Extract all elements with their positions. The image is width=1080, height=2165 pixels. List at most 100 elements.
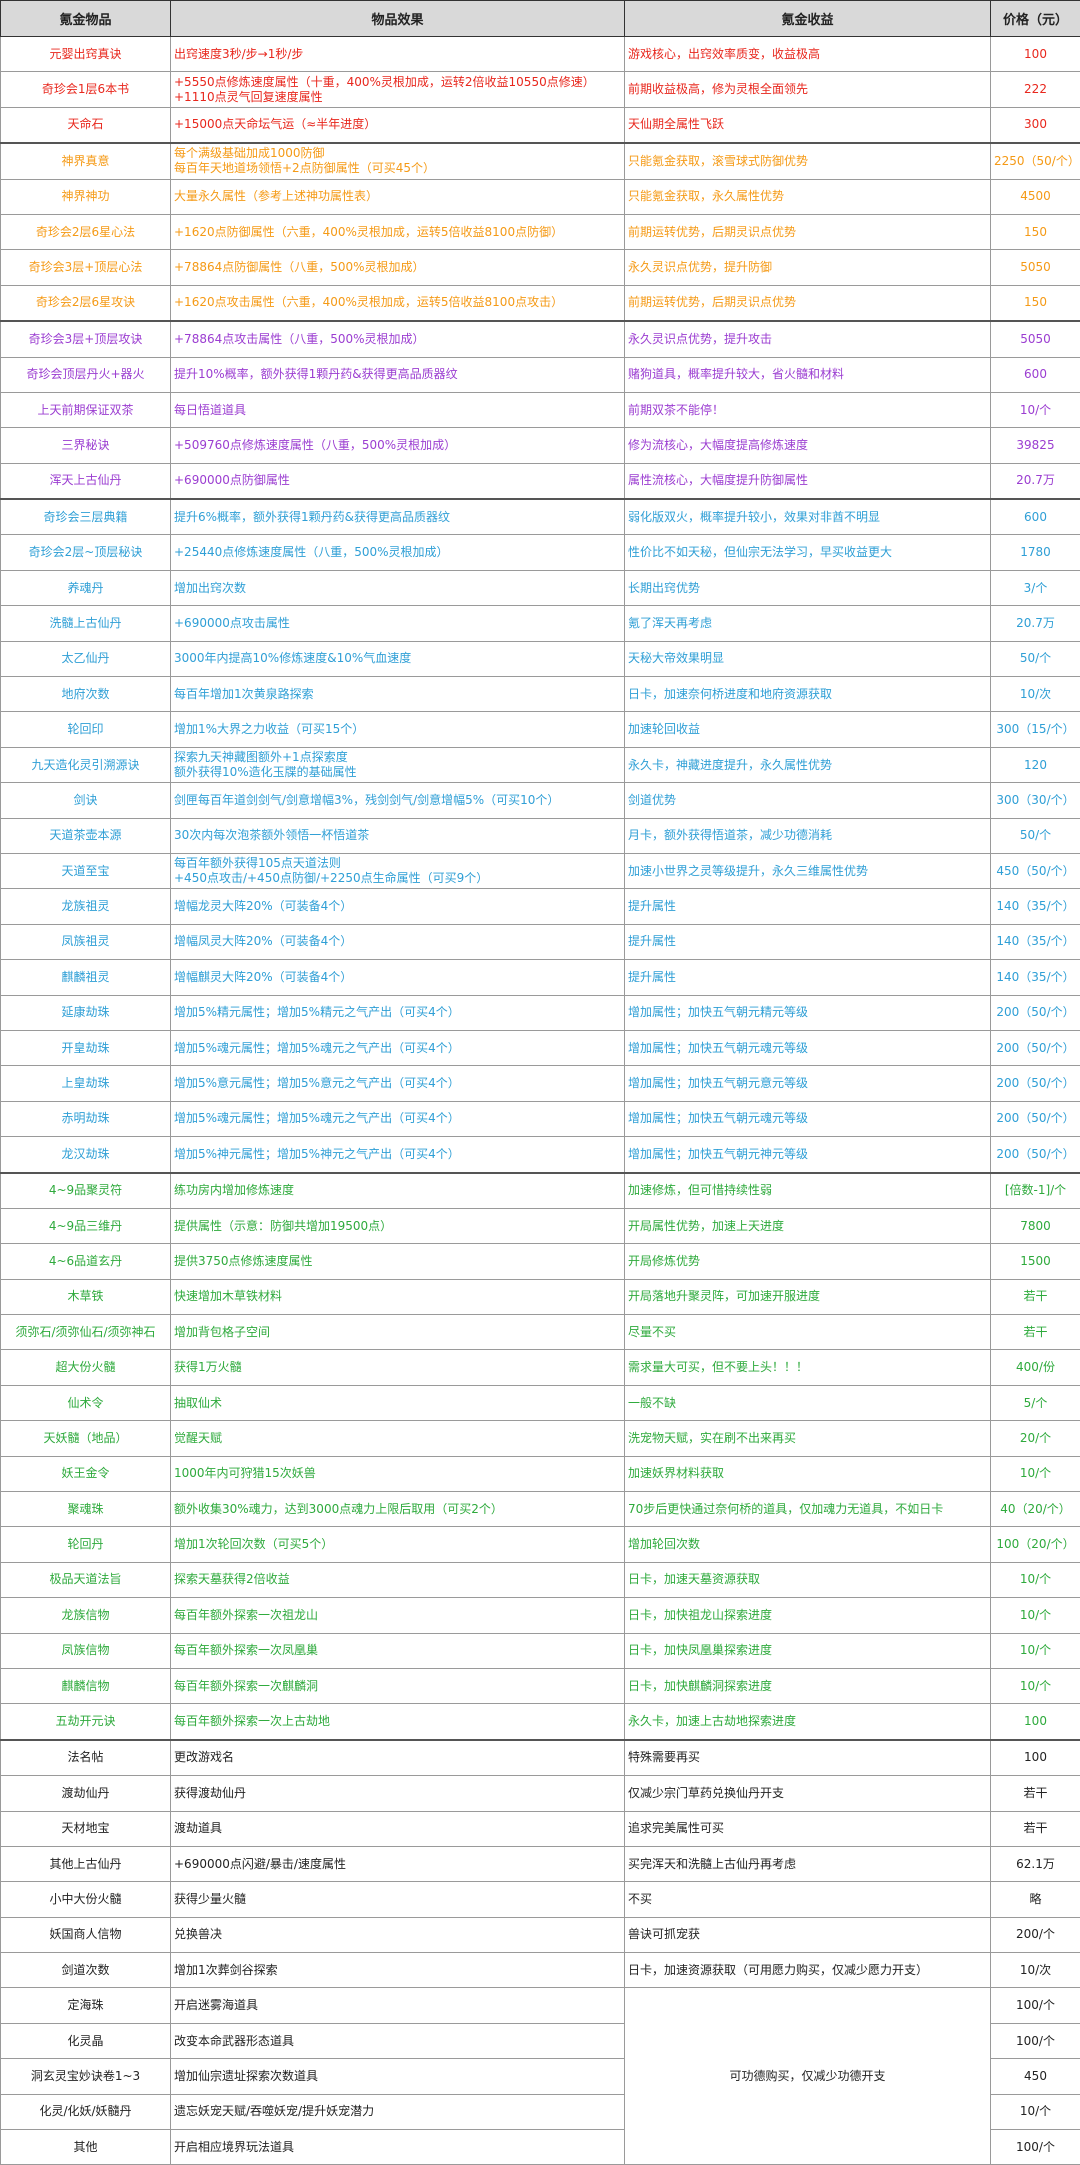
effect-line: 提升6%概率，额外获得1颗丹药&获得更高品质器纹 (174, 510, 621, 525)
table-row: 聚魂珠额外收集30%魂力，达到3000点魂力上限后取用（可买2个）70步后更快通… (1, 1492, 1080, 1527)
effect-line: 探索九天神藏图额外+1点探索度 (174, 750, 621, 765)
item-price: 300（30/个） (991, 783, 1080, 818)
item-effect: +1620点防御属性（六重，400%灵根加成，运转5倍收益8100点防御） (171, 214, 625, 249)
item-effect: 遗忘妖宠天赋/吞噬妖宠/提升妖宠潜力 (171, 2094, 625, 2129)
item-gain: 提升属性 (625, 924, 991, 959)
effect-line: 每百年额外探索一次上古劫地 (174, 1714, 621, 1729)
effect-line: 30次内每次泡茶额外领悟一杯悟道茶 (174, 828, 621, 843)
item-name: 4~6品道玄丹 (1, 1244, 171, 1279)
item-name: 其他 (1, 2130, 171, 2165)
table-row: 超大份火髓获得1万火髓需求量大可买，但不要上头！！！400/份 (1, 1350, 1080, 1385)
item-price: 100/个 (991, 1988, 1080, 2023)
table-row: 龙汉劫珠增加5%神元属性；增加5%神元之气产出（可买4个）增加属性；加快五气朝元… (1, 1137, 1080, 1173)
item-name: 剑道次数 (1, 1953, 171, 1988)
effect-line: 探索天墓获得2倍收益 (174, 1572, 621, 1587)
item-name: 神界神功 (1, 179, 171, 214)
effect-line: 开启迷雾海道具 (174, 1998, 621, 2013)
item-name: 养魂丹 (1, 570, 171, 605)
item-gain: 仅减少宗门草药兑换仙丹开支 (625, 1776, 991, 1811)
item-price: 100（20/个） (991, 1527, 1080, 1562)
item-effect: 提供3750点修炼速度属性 (171, 1244, 625, 1279)
table-row: 三界秘诀+509760点修炼速度属性（八重，500%灵根加成）修为流核心，大幅度… (1, 428, 1080, 463)
table-row: 木草铁快速增加木草铁材料开局落地升聚灵阵，可加速开服进度若干 (1, 1279, 1080, 1314)
table-row: 开皇劫珠增加5%魂元属性；增加5%魂元之气产出（可买4个）增加属性；加快五气朝元… (1, 1030, 1080, 1065)
item-name: 浑天上古仙丹 (1, 463, 171, 499)
item-name: 奇珍会3层+顶层心法 (1, 250, 171, 285)
item-price: 10/个 (991, 392, 1080, 427)
item-effect: 每百年额外获得105点天道法则+450点攻击/+450点防御/+2250点生命属… (171, 853, 625, 888)
item-name: 上皇劫珠 (1, 1066, 171, 1101)
effect-line: 出窍速度3秒/步→1秒/步 (174, 47, 621, 62)
table-row: 天妖髓（地品）觉醒天赋洗宠物天赋，实在刷不出来再买20/个 (1, 1421, 1080, 1456)
effect-line: 提供属性（示意：防御共增加19500点） (174, 1219, 621, 1234)
item-effect: 30次内每次泡茶额外领悟一杯悟道茶 (171, 818, 625, 853)
effect-line: 增加背包格子空间 (174, 1325, 621, 1340)
item-name: 4~9品聚灵符 (1, 1173, 171, 1209)
table-row: 奇珍会3层+顶层攻诀+78864点攻击属性（八重，500%灵根加成）永久灵识点优… (1, 321, 1080, 357)
item-name: 奇珍会2层6星攻诀 (1, 285, 171, 321)
item-effect: 增加仙宗遗址探索次数道具 (171, 2059, 625, 2094)
table-row: 奇珍会3层+顶层心法+78864点防御属性（八重，500%灵根加成）永久灵识点优… (1, 250, 1080, 285)
item-effect: 获得1万火髓 (171, 1350, 625, 1385)
item-price: 7800 (991, 1208, 1080, 1243)
item-effect: 增加出窍次数 (171, 570, 625, 605)
table-row: 浑天上古仙丹+690000点防御属性属性流核心，大幅度提升防御属性20.7万 (1, 463, 1080, 499)
item-gain: 日卡，加速天墓资源获取 (625, 1562, 991, 1597)
effect-line: 增加1次葬剑谷探索 (174, 1963, 621, 1978)
item-name: 上天前期保证双茶 (1, 392, 171, 427)
table-row: 神界神功大量永久属性（参考上述神功属性表）只能氪金获取，永久属性优势4500 (1, 179, 1080, 214)
item-effect: +15000点天命坛气运（≈半年进度） (171, 107, 625, 143)
item-name: 超大份火髓 (1, 1350, 171, 1385)
item-effect: +509760点修炼速度属性（八重，500%灵根加成） (171, 428, 625, 463)
item-effect: 增幅凤灵大阵20%（可装备4个） (171, 924, 625, 959)
item-effect: 每个满级基础加成1000防御每百年天地道场领悟+2点防御属性（可买45个） (171, 143, 625, 179)
effect-line: 3000年内提高10%修炼速度&10%气血速度 (174, 651, 621, 666)
item-gain: 提升属性 (625, 960, 991, 995)
table-row: 奇珍会2层6星攻诀+1620点攻击属性（六重，400%灵根加成，运转5倍收益81… (1, 285, 1080, 321)
item-effect: 觉醒天赋 (171, 1421, 625, 1456)
table-row: 其他上古仙丹+690000点闪避/暴击/速度属性买完浑天和洗髓上古仙丹再考虑62… (1, 1846, 1080, 1881)
item-effect: 开启相应境界玩法道具 (171, 2130, 625, 2165)
header-price: 价格（元） (991, 1, 1080, 37)
item-gain: 游戏核心，出窍效率质变，收益极高 (625, 37, 991, 72)
item-name: 妖国商人信物 (1, 1917, 171, 1952)
item-gain: 不买 (625, 1882, 991, 1917)
item-price: 140（35/个） (991, 924, 1080, 959)
item-name: 麒麟信物 (1, 1668, 171, 1703)
effect-line: 增加5%魂元属性；增加5%魂元之气产出（可买4个） (174, 1111, 621, 1126)
item-name: 凤族信物 (1, 1633, 171, 1668)
item-gain: 一般不缺 (625, 1385, 991, 1420)
item-price: 100 (991, 1704, 1080, 1740)
item-effect: 增幅龙灵大阵20%（可装备4个） (171, 889, 625, 924)
item-price: 200（50/个） (991, 1030, 1080, 1065)
effect-line: 每百年增加1次黄泉路探索 (174, 687, 621, 702)
item-name: 其他上古仙丹 (1, 1846, 171, 1881)
table-row: 小中大份火髓获得少量火髓不买略 (1, 1882, 1080, 1917)
item-name: 木草铁 (1, 1279, 171, 1314)
item-gain: 加速小世界之灵等级提升，永久三维属性优势 (625, 853, 991, 888)
item-name: 天道茶壶本源 (1, 818, 171, 853)
table-row: 轮回印增加1%大界之力收益（可买15个）加速轮回收益300（15/个） (1, 712, 1080, 747)
item-gain: 永久灵识点优势，提升防御 (625, 250, 991, 285)
item-effect: 1000年内可狩猎15次妖兽 (171, 1456, 625, 1491)
item-effect: 每日悟道道具 (171, 392, 625, 427)
item-gain: 前期双茶不能停！ (625, 392, 991, 427)
item-gain: 加速修炼，但可惜持续性弱 (625, 1173, 991, 1209)
table-row: 天材地宝渡劫道具追求完美属性可买若干 (1, 1811, 1080, 1846)
table-header-row: 氪金物品 物品效果 氪金收益 价格（元） (1, 1, 1080, 37)
item-price: 40（20/个） (991, 1492, 1080, 1527)
item-effect: +690000点闪避/暴击/速度属性 (171, 1846, 625, 1881)
item-gain: 增加属性；加快五气朝元精元等级 (625, 995, 991, 1030)
item-gain: 永久卡，神藏进度提升，永久属性优势 (625, 747, 991, 782)
item-effect: 增加5%魂元属性；增加5%魂元之气产出（可买4个） (171, 1101, 625, 1136)
effect-line: 获得少量火髓 (174, 1892, 621, 1907)
effect-line: 增加出窍次数 (174, 581, 621, 596)
table-row: 妖国商人信物兑换兽决兽诀可抓宠获200/个 (1, 1917, 1080, 1952)
effect-line: 增加5%魂元属性；增加5%魂元之气产出（可买4个） (174, 1041, 621, 1056)
item-effect: +1620点攻击属性（六重，400%灵根加成，运转5倍收益8100点攻击） (171, 285, 625, 321)
item-price: 若干 (991, 1811, 1080, 1846)
table-row: 剑道次数增加1次葬剑谷探索日卡，加速资源获取（可用愿力购买，仅减少愿力开支）10… (1, 1953, 1080, 1988)
effect-line: +690000点防御属性 (174, 473, 621, 488)
table-row: 上皇劫珠增加5%意元属性；增加5%意元之气产出（可买4个）增加属性；加快五气朝元… (1, 1066, 1080, 1101)
table-row: 须弥石/须弥仙石/须弥神石增加背包格子空间尽量不买若干 (1, 1315, 1080, 1350)
